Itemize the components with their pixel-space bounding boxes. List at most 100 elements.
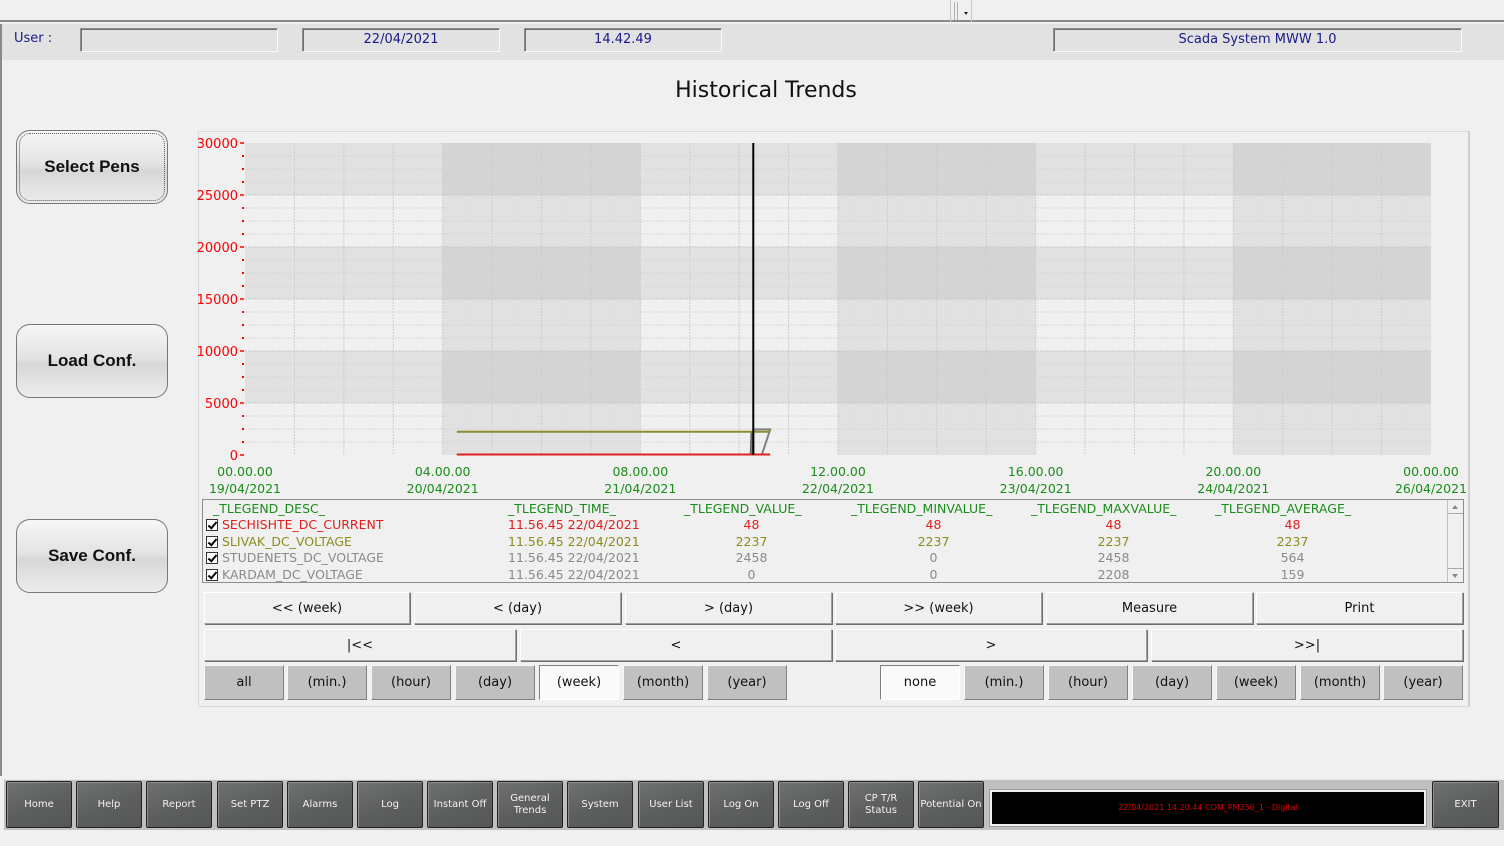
footer-potential-on-button[interactable]: Potential On — [918, 781, 984, 828]
legend-desc: SLIVAK_DC_VOLTAGE — [222, 533, 352, 549]
legend-row[interactable]: STUDENETS_DC_VOLTAGE 11.56.45 22/04/2021 2… — [203, 550, 1448, 566]
range-day-button[interactable]: (day) — [455, 665, 535, 700]
y-tick-label: 10000 — [197, 345, 238, 360]
sample-week-button[interactable]: (week) — [1216, 665, 1296, 700]
scroll-up-icon[interactable] — [1448, 500, 1463, 514]
footer-log-off-button[interactable]: Log Off — [778, 781, 844, 828]
footer-cp-t-r-status-button[interactable]: CP T/R Status — [848, 781, 914, 828]
legend-min: 48 — [925, 517, 942, 532]
y-minor-tick — [242, 233, 244, 235]
legend-header-value: _TLEGEND_VALUE_ — [684, 501, 802, 516]
user-field — [80, 28, 278, 52]
y-minor-tick — [242, 272, 244, 274]
forward-week-button[interactable]: >> (week) — [835, 592, 1042, 624]
range-hour-button[interactable]: (hour) — [371, 665, 451, 700]
footer-log-on-button[interactable]: Log On — [708, 781, 774, 828]
y-minor-tick — [242, 389, 244, 391]
legend-scrollbar[interactable] — [1447, 500, 1463, 582]
legend-avg: 159 — [1280, 566, 1305, 582]
page-title: Historical Trends — [675, 78, 857, 103]
sample-year-button[interactable]: (year) — [1383, 665, 1463, 700]
footer-help-button[interactable]: Help — [76, 781, 142, 828]
scroll-down-icon[interactable] — [1448, 568, 1463, 582]
system-name-field: Scada System MWW 1.0 — [1053, 28, 1462, 52]
last-button[interactable]: >>| — [1151, 629, 1463, 661]
sample-day-button[interactable]: (day) — [1132, 665, 1212, 700]
range-min-button[interactable]: (min.) — [287, 665, 367, 700]
x-tick-date: 19/04/2021 — [209, 481, 281, 496]
x-tick-time: 16.00.00 — [1008, 464, 1064, 479]
pen-visible-checkbox[interactable] — [206, 535, 218, 548]
first-button[interactable]: |<< — [204, 629, 516, 661]
y-minor-tick — [242, 285, 244, 287]
sample-hour-button[interactable]: (hour) — [1048, 665, 1128, 700]
back-day-button[interactable]: < (day) — [414, 592, 621, 624]
date-field: 22/04/2021 — [302, 28, 500, 52]
y-minor-tick — [242, 259, 244, 261]
y-tick-label: 30000 — [197, 137, 238, 152]
y-tick-label: 15000 — [197, 293, 238, 308]
range-all-button[interactable]: all — [204, 665, 284, 700]
sample-min-button[interactable]: (min.) — [964, 665, 1044, 700]
trend-chart[interactable]: 0 5000 10000 15000 20000 25000 30000 00.00.00 19… — [190, 130, 1480, 500]
x-tick-date: 26/04/2021 — [1395, 481, 1467, 496]
exit-button[interactable]: EXIT — [1432, 781, 1499, 828]
user-label: User : — [14, 31, 53, 46]
dropdown-arrow-icon[interactable] — [964, 12, 968, 15]
pen-visible-checkbox[interactable] — [206, 519, 218, 531]
legend-max: 48 — [1105, 517, 1122, 532]
legend-header-time: _TLEGEND_TIME_ — [508, 501, 616, 516]
range-month-button[interactable]: (month) — [623, 665, 703, 700]
legend-header-avg: _TLEGEND_AVERAGE_ — [1215, 501, 1352, 516]
footer-set-ptz-button[interactable]: Set PTZ — [217, 781, 283, 828]
alarm-message-box: 22/04/2021 14.20.44 COM_PM356_1 - Digita… — [990, 790, 1426, 826]
range-week-button[interactable]: (week) — [539, 665, 619, 700]
footer-general-trends-button[interactable]: General Trends — [497, 781, 563, 828]
legend-row[interactable]: SLIVAK_DC_VOLTAGE 11.56.45 22/04/2021 2237… — [203, 534, 1448, 550]
y-minor-tick — [242, 220, 244, 222]
x-tick-time: 00.00.00 — [1403, 464, 1459, 479]
pen-visible-checkbox[interactable] — [206, 568, 218, 581]
legend-row[interactable]: SECHISHTE_DC_CURRENT 11.56.45 22/04/2021 4… — [203, 517, 1448, 533]
legend-min: 0 — [929, 566, 938, 582]
x-tick-date: 22/04/2021 — [802, 481, 874, 496]
y-minor-tick — [242, 428, 244, 430]
legend-header-row: _TLEGEND_DESC_ _TLEGEND_TIME_ _TLEGEND_V… — [203, 501, 1448, 517]
measure-button[interactable]: Measure — [1046, 592, 1253, 624]
y-minor-tick — [242, 324, 244, 326]
time-field: 14.42.49 — [524, 28, 722, 52]
next-button[interactable]: > — [835, 629, 1147, 661]
footer-system-button[interactable]: System — [567, 781, 633, 828]
legend-row[interactable]: KARDAM_DC_VOLTAGE 11.56.45 22/04/2021 0 0 22… — [203, 567, 1448, 583]
top-strip — [0, 0, 1504, 22]
select-pens-button[interactable]: Select Pens — [16, 130, 168, 204]
splitter-handle[interactable] — [950, 0, 972, 22]
back-week-button[interactable]: << (week) — [204, 592, 410, 624]
footer-alarms-button[interactable]: Alarms — [287, 781, 353, 828]
range-year-button[interactable]: (year) — [707, 665, 787, 700]
sample-none-button[interactable]: none — [880, 665, 960, 700]
legend-value: 48 — [743, 517, 760, 532]
footer-user-list-button[interactable]: User List — [638, 781, 704, 828]
legend-avg: 48 — [1284, 517, 1301, 532]
legend-max: 2458 — [1097, 550, 1130, 565]
previous-button[interactable]: < — [520, 629, 832, 661]
save-conf-button[interactable]: Save Conf. — [16, 519, 168, 593]
splitter-grip[interactable] — [954, 2, 958, 20]
print-button[interactable]: Print — [1256, 592, 1463, 624]
x-tick-date: 23/04/2021 — [1000, 481, 1072, 496]
x-tick-time: 12.00.00 — [810, 464, 866, 479]
x-tick-date: 20/04/2021 — [407, 481, 479, 496]
footer-report-button[interactable]: Report — [146, 781, 212, 828]
legend-table: _TLEGEND_DESC_ _TLEGEND_TIME_ _TLEGEND_V… — [202, 499, 1464, 583]
pen-visible-checkbox[interactable] — [206, 552, 218, 564]
legend-time: 11.56.45 22/04/2021 — [508, 550, 640, 565]
forward-day-button[interactable]: > (day) — [625, 592, 832, 624]
load-conf-button[interactable]: Load Conf. — [16, 324, 168, 398]
footer-log-button[interactable]: Log — [357, 781, 423, 828]
y-tick-label: 20000 — [197, 241, 238, 256]
sample-month-button[interactable]: (month) — [1300, 665, 1380, 700]
footer-instant-off-button[interactable]: Instant Off — [427, 781, 493, 828]
legend-time: 11.56.45 22/04/2021 — [508, 533, 640, 549]
footer-home-button[interactable]: Home — [6, 781, 72, 828]
